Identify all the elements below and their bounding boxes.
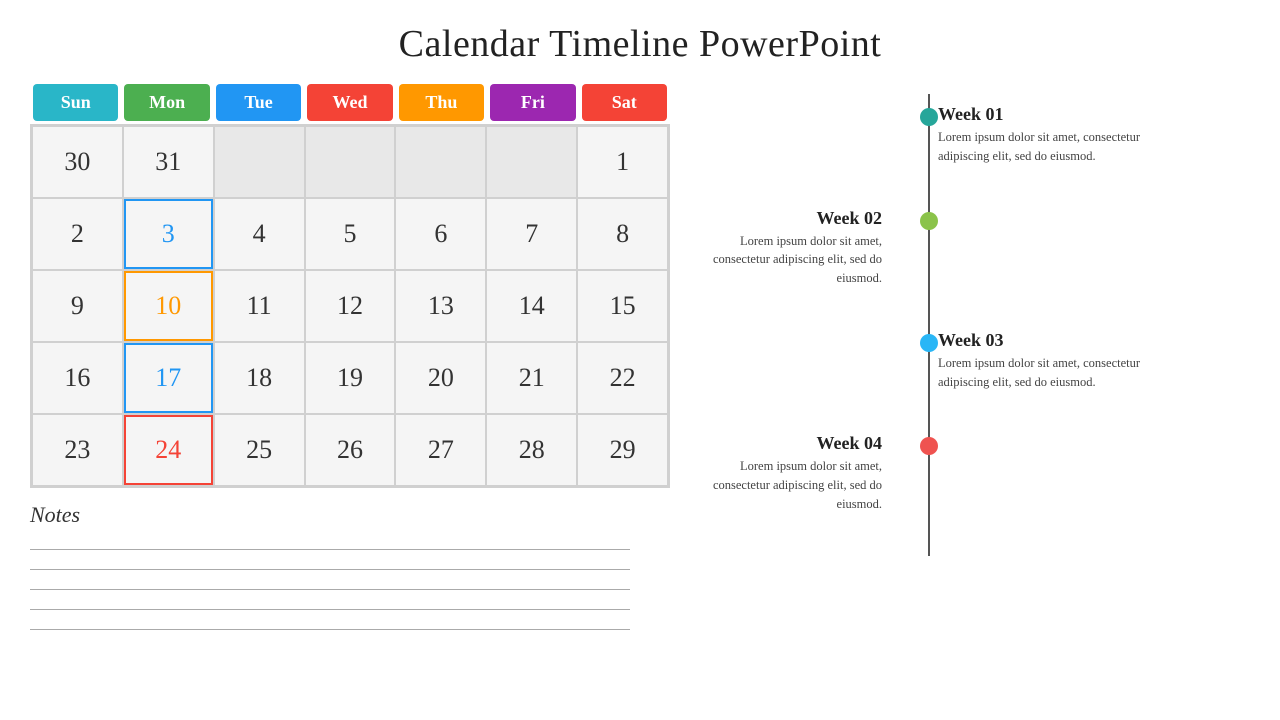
day-header-thu: Thu: [399, 84, 484, 121]
week-title-2: Week 02: [710, 208, 882, 229]
cal-day-10[interactable]: 10: [124, 271, 213, 341]
day-header-sun: Sun: [33, 84, 118, 121]
timeline-dot-3: [920, 334, 938, 352]
week-desc-2: Lorem ipsum dolor sit amet, consectetur …: [710, 232, 882, 288]
timeline-item-2: Week 02 Lorem ipsum dolor sit amet, conse…: [710, 208, 1250, 288]
cal-day-empty[interactable]: [306, 127, 395, 197]
timeline-container: Week 01 Lorem ipsum dolor sit amet, conse…: [710, 94, 1250, 556]
cal-day-20[interactable]: 20: [396, 343, 485, 413]
timeline-dot-2: [920, 212, 938, 230]
day-header-sat: Sat: [582, 84, 667, 121]
cal-day-27[interactable]: 27: [396, 415, 485, 485]
cal-day-28[interactable]: 28: [487, 415, 576, 485]
notes-label: Notes: [30, 502, 670, 528]
cal-day-12[interactable]: 12: [306, 271, 395, 341]
week-desc-1: Lorem ipsum dolor sit amet, consectetur …: [938, 128, 1170, 166]
notes-line: [30, 598, 630, 610]
cal-day-18[interactable]: 18: [215, 343, 304, 413]
week-desc-4: Lorem ipsum dolor sit amet, consectetur …: [710, 457, 882, 513]
cal-day-30[interactable]: 30: [33, 127, 122, 197]
cal-day-6[interactable]: 6: [396, 199, 485, 269]
timeline-left-4: Week 04 Lorem ipsum dolor sit amet, conse…: [710, 433, 910, 513]
cal-day-11[interactable]: 11: [215, 271, 304, 341]
cal-day-31[interactable]: 31: [124, 127, 213, 197]
timeline-item-1: Week 01 Lorem ipsum dolor sit amet, conse…: [710, 104, 1250, 166]
timeline-section: Week 01 Lorem ipsum dolor sit amet, conse…: [690, 84, 1250, 710]
timeline-right-1: Week 01 Lorem ipsum dolor sit amet, conse…: [910, 104, 1170, 166]
notes-line: [30, 558, 630, 570]
cal-day-3[interactable]: 3: [124, 199, 213, 269]
notes-line: [30, 578, 630, 590]
cal-day-25[interactable]: 25: [215, 415, 304, 485]
notes-section: Notes: [30, 502, 670, 630]
timeline-dot-4: [920, 437, 938, 455]
cal-day-21[interactable]: 21: [487, 343, 576, 413]
notes-line: [30, 538, 630, 550]
cal-day-empty[interactable]: [396, 127, 485, 197]
cal-day-23[interactable]: 23: [33, 415, 122, 485]
cal-day-26[interactable]: 26: [306, 415, 395, 485]
cal-day-17[interactable]: 17: [124, 343, 213, 413]
cal-day-22[interactable]: 22: [578, 343, 667, 413]
cal-day-9[interactable]: 9: [33, 271, 122, 341]
week-desc-3: Lorem ipsum dolor sit amet, consectetur …: [938, 354, 1170, 392]
timeline-item-4: Week 04 Lorem ipsum dolor sit amet, conse…: [710, 433, 1250, 513]
week-title-1: Week 01: [938, 104, 1170, 125]
timeline-right-3: Week 03 Lorem ipsum dolor sit amet, conse…: [910, 330, 1170, 392]
cal-day-empty[interactable]: [215, 127, 304, 197]
calendar: SunMonTueWedThuFriSat 303112345678910111…: [30, 84, 670, 488]
cal-day-1[interactable]: 1: [578, 127, 667, 197]
cal-day-24[interactable]: 24: [124, 415, 213, 485]
cal-day-2[interactable]: 2: [33, 199, 122, 269]
timeline-left-2: Week 02 Lorem ipsum dolor sit amet, conse…: [710, 208, 910, 288]
notes-line: [30, 618, 630, 630]
cal-day-4[interactable]: 4: [215, 199, 304, 269]
day-header-tue: Tue: [216, 84, 301, 121]
cal-day-5[interactable]: 5: [306, 199, 395, 269]
day-header-fri: Fri: [490, 84, 575, 121]
cal-day-7[interactable]: 7: [487, 199, 576, 269]
timeline-dot-1: [920, 108, 938, 126]
cal-day-29[interactable]: 29: [578, 415, 667, 485]
day-header-wed: Wed: [307, 84, 392, 121]
cal-day-15[interactable]: 15: [578, 271, 667, 341]
calendar-grid: 3031123456789101112131415161718192021222…: [30, 124, 670, 488]
page-title: Calendar Timeline PowerPoint: [0, 0, 1280, 84]
week-title-3: Week 03: [938, 330, 1170, 351]
cal-day-empty[interactable]: [487, 127, 576, 197]
cal-day-16[interactable]: 16: [33, 343, 122, 413]
notes-lines: [30, 538, 670, 630]
cal-day-14[interactable]: 14: [487, 271, 576, 341]
cal-day-19[interactable]: 19: [306, 343, 395, 413]
cal-day-13[interactable]: 13: [396, 271, 485, 341]
timeline-item-3: Week 03 Lorem ipsum dolor sit amet, conse…: [710, 330, 1250, 392]
cal-day-8[interactable]: 8: [578, 199, 667, 269]
week-title-4: Week 04: [710, 433, 882, 454]
day-header-mon: Mon: [124, 84, 209, 121]
day-headers: SunMonTueWedThuFriSat: [30, 84, 670, 121]
